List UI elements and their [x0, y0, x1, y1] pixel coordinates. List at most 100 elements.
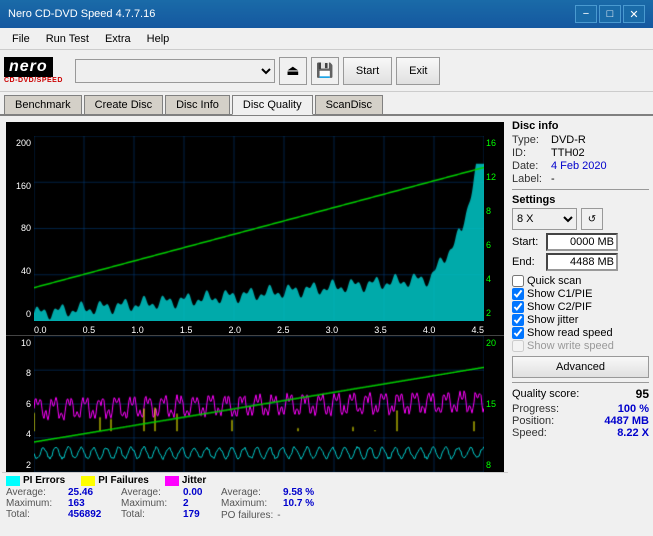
- jitter-stats: Average: 9.58 % Maximum: 10.7 % PO failu…: [221, 487, 341, 521]
- top-y-right-5: 2: [486, 308, 502, 318]
- show-c2pif-checkbox[interactable]: [512, 301, 524, 313]
- tab-scandisc[interactable]: ScanDisc: [315, 95, 383, 114]
- top-y-right-1: 12: [486, 172, 502, 182]
- top-chart: 200 160 80 40 0 16 12 8 6 4 2: [6, 136, 504, 336]
- top-y-right-4: 4: [486, 274, 502, 284]
- top-y-right-3: 6: [486, 240, 502, 250]
- top-x-3: 1.5: [180, 325, 193, 335]
- legend-area: PI Errors PI Failures Jitter Average: 25…: [2, 472, 508, 534]
- drive-select[interactable]: [0:0] ATAPI iHAS124 B AL0S: [75, 59, 275, 83]
- quality-score-label: Quality score:: [512, 388, 579, 400]
- settings-section: Settings 8 X ↺ Start: End: Quick scan: [512, 194, 649, 378]
- top-x-7: 3.5: [374, 325, 387, 335]
- top-y-right-0: 16: [486, 138, 502, 148]
- show-write-speed-label: Show write speed: [527, 340, 614, 352]
- legend-jitter: Jitter: [165, 475, 206, 486]
- pif-total-value: 179: [183, 509, 200, 520]
- pif-avg-value: 0.00: [183, 487, 202, 498]
- quick-scan-label: Quick scan: [527, 275, 581, 287]
- exit-button[interactable]: Exit: [396, 57, 440, 85]
- type-row: Type: DVD-R: [512, 134, 649, 146]
- main-content: recorded with ASUS DRW-24F1ST b 200 160 …: [0, 116, 653, 536]
- id-row: ID: TTH02: [512, 147, 649, 159]
- nero-subtitle: CD-DVD/SPEED: [4, 77, 63, 84]
- pie-total-value: 456892: [68, 509, 101, 520]
- tab-discinfo[interactable]: Disc Info: [165, 95, 230, 114]
- start-button[interactable]: Start: [343, 57, 392, 85]
- top-y-left-1: 160: [9, 181, 31, 191]
- start-input[interactable]: [546, 233, 618, 251]
- bot-y-left-3: 4: [9, 429, 31, 439]
- menu-runtest[interactable]: Run Test: [38, 31, 97, 47]
- save-icon-button[interactable]: 💾: [311, 57, 339, 85]
- start-row: Start:: [512, 233, 649, 251]
- jitter-label: Jitter: [182, 475, 206, 486]
- jitter-avg-value: 9.58 %: [283, 487, 314, 498]
- bot-y-right-2: 8: [486, 460, 502, 470]
- progress-value: 100 %: [618, 403, 649, 415]
- menubar: File Run Test Extra Help: [0, 28, 653, 50]
- legend-pi-failures: PI Failures: [81, 475, 149, 486]
- po-value: -: [277, 510, 280, 521]
- position-row: Position: 4487 MB: [512, 415, 649, 427]
- pie-stats: Average: 25.46 Maximum: 163 Total: 45689…: [6, 487, 121, 521]
- bot-y-right-1: 15: [486, 399, 502, 409]
- pif-max-value: 2: [183, 498, 189, 509]
- id-label: ID:: [512, 147, 547, 159]
- quick-scan-checkbox[interactable]: [512, 275, 524, 287]
- menu-help[interactable]: Help: [139, 31, 178, 47]
- tab-benchmark[interactable]: Benchmark: [4, 95, 82, 114]
- maximize-button[interactable]: □: [599, 5, 621, 23]
- bot-y-left-1: 8: [9, 368, 31, 378]
- pif-avg-label: Average:: [121, 487, 179, 498]
- pif-total-label: Total:: [121, 509, 179, 520]
- nero-logo: nero: [4, 57, 53, 77]
- show-jitter-row: Show jitter: [512, 314, 649, 326]
- top-x-5: 2.5: [277, 325, 290, 335]
- titlebar-controls: − □ ✕: [575, 5, 645, 23]
- logo-area: nero CD-DVD/SPEED: [4, 57, 63, 84]
- date-label: Date:: [512, 160, 547, 172]
- show-c2pif-row: Show C2/PIF: [512, 301, 649, 313]
- menu-extra[interactable]: Extra: [97, 31, 139, 47]
- po-label: PO failures:: [221, 510, 273, 521]
- show-read-speed-row: Show read speed: [512, 327, 649, 339]
- eject-icon-button[interactable]: ⏏: [279, 57, 307, 85]
- type-value: DVD-R: [551, 134, 586, 146]
- settings-title: Settings: [512, 194, 649, 206]
- jitter-color-swatch: [165, 476, 179, 486]
- close-button[interactable]: ✕: [623, 5, 645, 23]
- pif-stats: Average: 0.00 Maximum: 2 Total: 179: [121, 487, 221, 521]
- quality-score-row: Quality score: 95: [512, 387, 649, 401]
- show-write-speed-row: Show write speed: [512, 340, 649, 352]
- tab-discquality[interactable]: Disc Quality: [232, 95, 313, 115]
- top-y-left-0: 200: [9, 138, 31, 148]
- advanced-button[interactable]: Advanced: [512, 356, 649, 378]
- bot-y-right-0: 20: [486, 338, 502, 348]
- show-c1pie-checkbox[interactable]: [512, 288, 524, 300]
- refresh-icon-button[interactable]: ↺: [581, 208, 603, 230]
- show-read-speed-checkbox[interactable]: [512, 327, 524, 339]
- end-input[interactable]: [546, 253, 618, 271]
- minimize-button[interactable]: −: [575, 5, 597, 23]
- position-label: Position:: [512, 415, 554, 427]
- menu-file[interactable]: File: [4, 31, 38, 47]
- progress-row: Progress: 100 %: [512, 403, 649, 415]
- bot-y-left-4: 2: [9, 460, 31, 470]
- show-write-speed-checkbox[interactable]: [512, 340, 524, 352]
- date-value: 4 Feb 2020: [551, 160, 607, 172]
- show-jitter-label: Show jitter: [527, 314, 578, 326]
- bot-y-left-0: 10: [9, 338, 31, 348]
- top-x-4: 2.0: [228, 325, 241, 335]
- top-y-left-3: 40: [9, 266, 31, 276]
- label-row: Label: -: [512, 173, 649, 185]
- bottom-chart-canvas: [34, 336, 484, 473]
- top-x-9: 4.5: [471, 325, 484, 335]
- tab-createdisc[interactable]: Create Disc: [84, 95, 163, 114]
- pie-max-value: 163: [68, 498, 85, 509]
- show-jitter-checkbox[interactable]: [512, 314, 524, 326]
- show-read-speed-label: Show read speed: [527, 327, 613, 339]
- type-label: Type:: [512, 134, 547, 146]
- pi-errors-label: PI Errors: [23, 475, 65, 486]
- speed-select[interactable]: 8 X: [512, 208, 577, 230]
